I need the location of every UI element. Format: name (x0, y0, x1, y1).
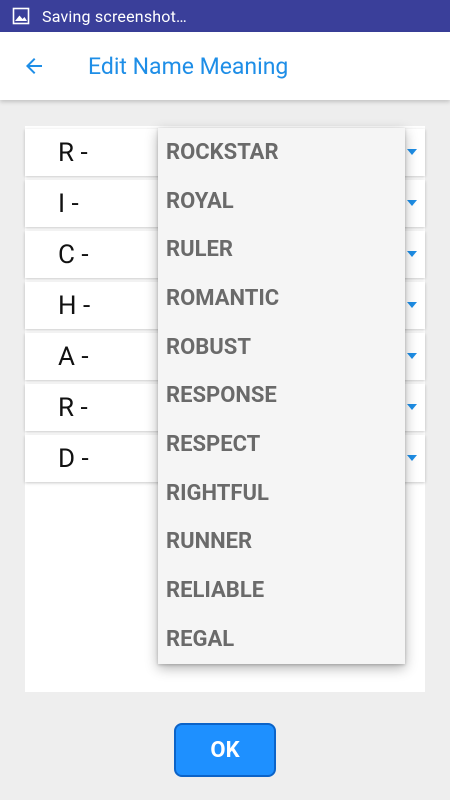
letter-label: R - (58, 392, 88, 423)
dropdown-option[interactable]: RESPECT (158, 420, 405, 469)
dropdown-caret-icon[interactable] (407, 200, 417, 206)
letter-label: H - (58, 290, 91, 321)
dropdown-option[interactable]: ROBUST (158, 323, 405, 372)
dropdown-caret-icon[interactable] (407, 353, 417, 359)
letter-label: D - (58, 443, 89, 474)
meaning-dropdown-menu: ROCKSTAR ROYAL RULER ROMANTIC ROBUST RES… (158, 128, 405, 664)
dropdown-caret-icon[interactable] (407, 455, 417, 461)
dropdown-option[interactable]: ROCKSTAR (158, 128, 405, 177)
letter-label: I - (58, 188, 79, 219)
dropdown-option[interactable]: RUNNER (158, 518, 405, 567)
status-text: Saving screenshot… (42, 6, 187, 26)
back-arrow-icon[interactable] (22, 54, 46, 78)
ok-button[interactable]: OK (174, 723, 276, 777)
dropdown-caret-icon[interactable] (407, 302, 417, 308)
dropdown-option[interactable]: ROYAL (158, 177, 405, 226)
dropdown-option[interactable]: RESPONSE (158, 371, 405, 420)
app-bar: Edit Name Meaning (0, 32, 450, 100)
dropdown-option[interactable]: RULER (158, 225, 405, 274)
letter-label: A - (58, 341, 89, 372)
dropdown-option[interactable]: RIGHTFUL (158, 469, 405, 518)
dropdown-caret-icon[interactable] (407, 251, 417, 257)
image-icon (12, 7, 30, 25)
dropdown-option[interactable]: ROMANTIC (158, 274, 405, 323)
dropdown-option[interactable]: REGAL (158, 615, 405, 664)
letter-label: R - (58, 137, 88, 168)
status-bar: Saving screenshot… (0, 0, 450, 32)
dropdown-caret-icon[interactable] (407, 149, 417, 155)
dropdown-option[interactable]: RELIABLE (158, 566, 405, 615)
letter-label: C - (58, 239, 89, 270)
dropdown-caret-icon[interactable] (407, 404, 417, 410)
page-title: Edit Name Meaning (88, 52, 289, 80)
